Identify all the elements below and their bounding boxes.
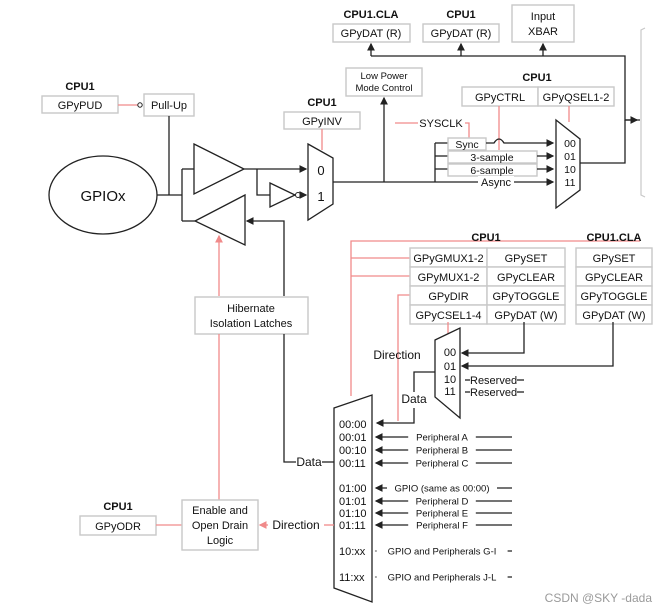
input-xbar-line2: XBAR <box>528 26 558 38</box>
register-label: GPyGMUX1-2 <box>413 253 483 265</box>
pullup-label: Pull-Up <box>151 100 187 112</box>
gpyqsel-label: GPyQSEL1-2 <box>543 92 610 104</box>
select-code: 01:00 <box>339 483 367 495</box>
gpypud-label: GPyPUD <box>58 100 103 112</box>
select-code: 01:11 <box>339 520 366 532</box>
select-code: 00:00 <box>339 419 367 431</box>
cpu1-reg-group-label: CPU1 <box>471 232 500 244</box>
signal-label: GPIO (same as 00:00) <box>394 484 489 495</box>
register-label: GPyTOGGLE <box>492 291 559 303</box>
select-code: 11:xx <box>339 572 365 584</box>
mux-input-1: 1 <box>317 189 324 204</box>
signal-label: GPIO and Peripherals J-L <box>388 573 497 584</box>
select-code: 10:xx <box>339 546 366 558</box>
qual-sel-11: 11 <box>565 177 576 189</box>
open-drain-line1: Enable and <box>192 505 248 517</box>
register-label: GPyMUX1-2 <box>418 272 480 284</box>
select-code: 01:10 <box>339 508 367 520</box>
input-buffer <box>193 142 246 196</box>
cla-register-table: GPySET GPyCLEAR GPyTOGGLE GPyDAT (W) <box>575 247 653 325</box>
gpyinv-label: GPyINV <box>302 116 342 128</box>
signal-label: Peripheral E <box>416 509 468 520</box>
reserved-label-2: Reserved <box>470 387 517 399</box>
register-label: GPyDAT (W) <box>582 310 645 322</box>
low-power-mode-control: Low Power Mode Control <box>345 67 423 97</box>
data-label-top: Data <box>401 392 427 406</box>
low-power-line1: Low Power <box>361 71 408 82</box>
reserved-label-1: Reserved <box>470 375 517 387</box>
pullup-group-label: CPU1 <box>65 81 94 93</box>
cla-reg-group-label: CPU1.CLA <box>586 232 641 244</box>
msel-00: 00 <box>444 347 456 359</box>
signal-label: Peripheral D <box>416 497 469 508</box>
hibernate-line2: Isolation Latches <box>210 318 293 330</box>
data-label: Data <box>296 455 322 469</box>
odr-group-label: CPU1 <box>103 501 132 513</box>
read-target-cpu1: CPU1 GPyDAT (R) <box>422 9 500 43</box>
select-code: 00:01 <box>339 432 367 444</box>
hibernate-line1: Hibernate <box>227 303 275 315</box>
register-label: GPyCLEAR <box>497 272 555 284</box>
6-sample-label: 6-sample <box>470 165 513 177</box>
read-target-cla: CPU1.CLA GPyDAT (R) <box>332 9 411 43</box>
signal-label: Peripheral B <box>416 446 468 457</box>
inversion-mux <box>307 142 334 222</box>
bracket <box>640 27 646 198</box>
signal-label: Peripheral C <box>416 459 469 470</box>
direction-label-top: Direction <box>373 348 420 362</box>
inverter <box>269 181 297 209</box>
msel-01: 01 <box>444 361 456 373</box>
master-select-mux <box>434 326 461 420</box>
3-sample-label: 3-sample <box>470 152 513 164</box>
register-label: GPySET <box>505 253 548 265</box>
async-label: Async <box>481 177 511 189</box>
register-label: GPyCSEL1-4 <box>415 310 481 322</box>
gpyctrl-label: GPyCTRL <box>475 92 525 104</box>
input-xbar: Input XBAR <box>511 4 575 43</box>
open-drain-line2: Open Drain <box>192 520 248 532</box>
msel-10: 10 <box>444 374 456 386</box>
qual-sel-01: 01 <box>564 151 576 163</box>
register-label: GPyDIR <box>428 291 468 303</box>
register-label: GPyDAT (R) <box>431 28 492 40</box>
select-code: 00:10 <box>339 445 367 457</box>
input-xbar-line1: Input <box>531 11 555 23</box>
register-label: GPyDAT (R) <box>341 28 402 40</box>
output-buffer <box>193 193 246 247</box>
msel-11: 11 <box>444 386 455 398</box>
signal-label: Peripheral F <box>416 521 468 532</box>
gpio-block-diagram: CPU1.CLA GPyDAT (R) CPU1 GPyDAT (R) Inpu… <box>41 4 653 605</box>
register-label: GPySET <box>593 253 636 265</box>
sync-label: Sync <box>455 139 478 151</box>
register-label: GPyTOGGLE <box>580 291 647 303</box>
group-label: CPU1 <box>446 9 475 21</box>
inv-group-label: CPU1 <box>307 97 336 109</box>
qual-sel-10: 10 <box>564 164 576 176</box>
low-power-line2: Mode Control <box>355 83 412 94</box>
signal-label: GPIO and Peripherals G-I <box>388 547 497 558</box>
open-drain-line3: Logic <box>207 535 234 547</box>
cpu1-register-table: GPyGMUX1-2 GPySET GPyMUX1-2 GPyCLEAR GPyDIR G… <box>409 247 566 325</box>
register-label: GPyDAT (W) <box>494 310 557 322</box>
mux-input-0: 0 <box>317 163 324 178</box>
gpyodr-label: GPyODR <box>95 521 141 533</box>
sysclk-label: SYSCLK <box>419 118 463 130</box>
signal-label: Peripheral A <box>416 433 468 444</box>
select-code: 01:01 <box>339 496 367 508</box>
gpio-pad-label: GPIOx <box>80 188 126 205</box>
qual-sel-00: 00 <box>564 138 576 150</box>
qual-group-label: CPU1 <box>522 72 551 84</box>
watermark: CSDN @SKY -dada <box>545 591 653 605</box>
group-label: CPU1.CLA <box>343 9 398 21</box>
direction-label: Direction <box>272 518 319 532</box>
register-label: GPyCLEAR <box>585 272 643 284</box>
select-code: 00:11 <box>339 458 366 470</box>
